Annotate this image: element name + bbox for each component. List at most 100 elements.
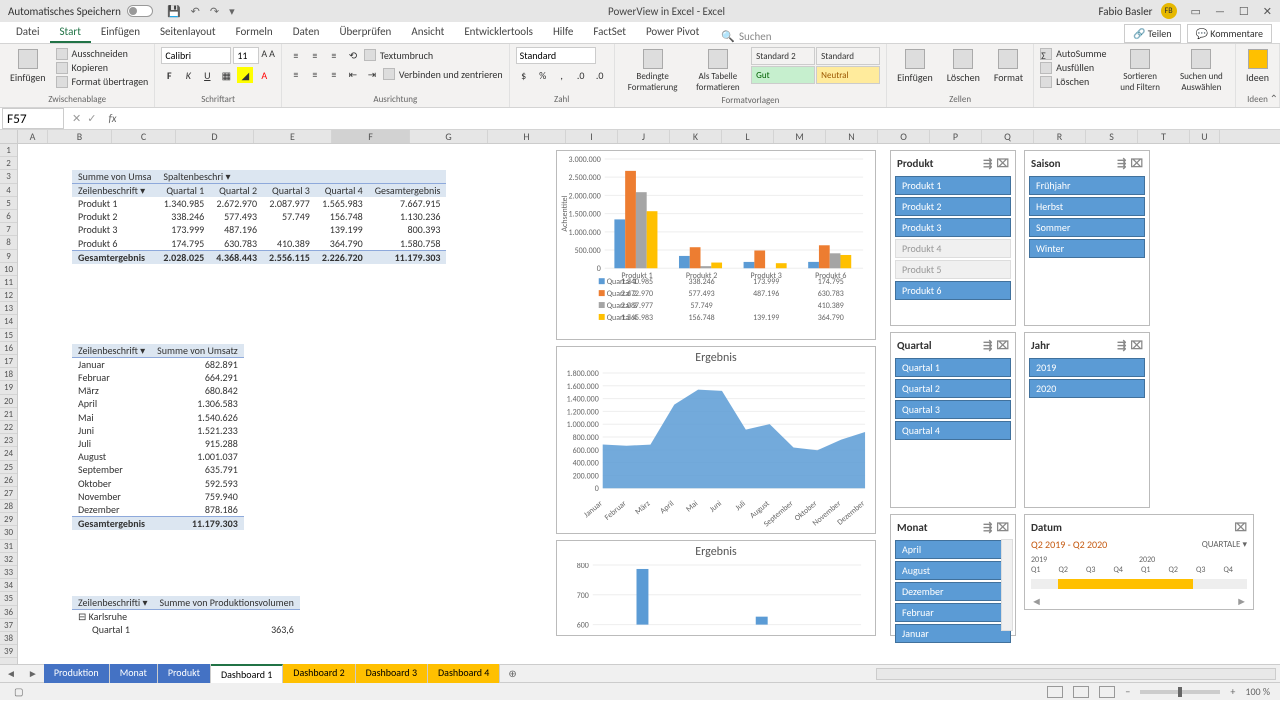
multiselect-icon[interactable]: ⇶ xyxy=(983,339,992,352)
slicer-item[interactable]: Produkt 4 xyxy=(895,239,1011,258)
fx-icon[interactable]: fx xyxy=(102,112,122,125)
slicer-item[interactable]: Frühjahr xyxy=(1029,176,1145,195)
minimize-icon[interactable]: — xyxy=(1215,5,1225,18)
clear-filter-icon[interactable]: ⌧ xyxy=(996,339,1009,352)
align-bottom-icon[interactable]: ≡ xyxy=(326,47,342,63)
slicer-item[interactable]: Produkt 2 xyxy=(895,197,1011,216)
maximize-icon[interactable]: ☐ xyxy=(1239,5,1249,18)
clear-filter-icon[interactable]: ⌧ xyxy=(996,521,1009,534)
record-macro-icon[interactable]: ▢ xyxy=(14,685,23,698)
zoom-out-icon[interactable]: − xyxy=(1125,685,1130,698)
slicer-item[interactable]: Produkt 6 xyxy=(895,281,1011,300)
multiselect-icon[interactable]: ⇶ xyxy=(1117,157,1126,170)
slicer-item[interactable]: Quartal 2 xyxy=(895,379,1011,398)
slicer-item[interactable]: 2019 xyxy=(1029,358,1145,377)
bold-button[interactable]: F xyxy=(161,67,177,83)
format-cells-button[interactable]: Format xyxy=(990,47,1027,86)
sheet-tab[interactable]: Produktion xyxy=(44,664,110,683)
border-button[interactable]: ▦ xyxy=(218,67,234,83)
font-color-button[interactable]: A xyxy=(256,67,272,83)
paste-button[interactable]: Einfügen xyxy=(6,47,50,86)
font-size-input[interactable] xyxy=(233,47,259,64)
fill-button[interactable]: Ausfüllen xyxy=(1040,61,1106,74)
font-name-input[interactable] xyxy=(161,47,231,64)
multiselect-icon[interactable]: ⇶ xyxy=(983,521,992,534)
zoom-level[interactable]: 100 % xyxy=(1245,685,1270,698)
slicer-item[interactable]: Quartal 4 xyxy=(895,421,1011,440)
format-as-table-button[interactable]: Als Tabelle formatieren xyxy=(691,47,746,95)
indent-dec-icon[interactable]: ⇤ xyxy=(345,66,361,82)
cell-style-std2[interactable]: Standard 2 xyxy=(751,47,815,65)
orientation-icon[interactable]: ⟲ xyxy=(345,47,361,63)
autosum-button[interactable]: ΣAutoSumme xyxy=(1040,47,1106,60)
cell-style-neutral[interactable]: Neutral xyxy=(816,66,880,84)
comma-icon[interactable]: , xyxy=(554,67,570,83)
slicer-produkt[interactable]: Produkt⇶⌧ Produkt 1Produkt 2Produkt 3Pro… xyxy=(890,150,1016,326)
autosave-toggle[interactable]: Automatisches Speichern xyxy=(8,5,153,18)
sheet-nav-next-icon[interactable]: ► xyxy=(22,667,44,680)
slicer-item[interactable]: Sommer xyxy=(1029,218,1145,237)
wrap-text-button[interactable]: Textumbruch xyxy=(364,47,433,63)
timeline-scroll-right-icon[interactable]: ► xyxy=(1236,595,1247,608)
comments-button[interactable]: 💬 Kommentare xyxy=(1187,24,1272,43)
slicer-scrollbar[interactable] xyxy=(1001,539,1013,631)
slicer-item[interactable]: Produkt 3 xyxy=(895,218,1011,237)
sheet-tab[interactable]: Produkt xyxy=(158,664,211,683)
align-middle-icon[interactable]: ≡ xyxy=(307,47,323,63)
decrease-font-icon[interactable]: A xyxy=(269,47,275,64)
row-headers[interactable]: 1234567891011121314151617181920212223242… xyxy=(0,130,18,664)
normal-view-icon[interactable] xyxy=(1047,686,1063,698)
toggle-switch-icon[interactable] xyxy=(127,5,153,17)
slicer-item[interactable]: Herbst xyxy=(1029,197,1145,216)
copy-button[interactable]: Kopieren xyxy=(56,61,149,74)
tab-factset[interactable]: FactSet xyxy=(583,21,636,43)
slicer-item[interactable]: August xyxy=(895,561,1011,580)
merge-button[interactable]: Verbinden und zentrieren xyxy=(383,66,503,82)
timeline-scroll-left-icon[interactable]: ◄ xyxy=(1031,595,1042,608)
sheet-tab[interactable]: Dashboard 4 xyxy=(428,664,500,683)
cell-style-std[interactable]: Standard xyxy=(816,47,880,65)
timeline-bar[interactable] xyxy=(1031,579,1247,589)
chart-bar-ergebnis2[interactable]: Ergebnis 600700800 xyxy=(556,540,876,636)
align-center-icon[interactable]: ≡ xyxy=(307,66,323,82)
ribbon-display-icon[interactable]: ▭ xyxy=(1191,5,1201,18)
slicer-item[interactable]: Produkt 1 xyxy=(895,176,1011,195)
name-box[interactable] xyxy=(2,108,64,129)
italic-button[interactable]: K xyxy=(180,67,196,83)
tab-formeln[interactable]: Formeln xyxy=(226,21,283,43)
tab-hilfe[interactable]: Hilfe xyxy=(543,21,583,43)
slicer-item[interactable]: Produkt 5 xyxy=(895,260,1011,279)
save-icon[interactable]: 💾 xyxy=(167,5,181,18)
enter-fx-icon[interactable]: ✓ xyxy=(87,112,96,125)
close-icon[interactable]: ✕ xyxy=(1263,5,1272,18)
percent-icon[interactable]: % xyxy=(535,67,551,83)
decrease-decimal-icon[interactable]: .0 xyxy=(592,67,608,83)
clear-filter-icon[interactable]: ⌧ xyxy=(1130,339,1143,352)
clear-filter-icon[interactable]: ⌧ xyxy=(1130,157,1143,170)
tab-einfügen[interactable]: Einfügen xyxy=(91,21,150,43)
align-left-icon[interactable]: ≡ xyxy=(288,66,304,82)
clear-button[interactable]: Löschen xyxy=(1040,75,1106,88)
sheet-nav-prev-icon[interactable]: ◄ xyxy=(0,667,22,680)
page-layout-view-icon[interactable] xyxy=(1073,686,1089,698)
sheet-tab[interactable]: Monat xyxy=(110,664,158,683)
slicer-item[interactable]: Quartal 1 xyxy=(895,358,1011,377)
slicer-item[interactable]: April xyxy=(895,540,1011,559)
horizontal-scrollbar[interactable] xyxy=(876,668,1276,680)
pivot-table-products[interactable]: Summe von UmsaSpaltenbeschri ▾ Zeilenbes… xyxy=(72,170,446,264)
clear-timeline-icon[interactable]: ⌧ xyxy=(1234,521,1247,534)
slicer-item[interactable]: Dezember xyxy=(895,582,1011,601)
currency-icon[interactable]: $ xyxy=(516,67,532,83)
pivot-table-months[interactable]: Zeilenbeschrift ▾Summe von Umsatz Januar… xyxy=(72,344,244,530)
collapse-ribbon-icon[interactable]: ⌃ xyxy=(1270,92,1278,105)
increase-font-icon[interactable]: A xyxy=(261,47,267,64)
find-select-button[interactable]: Suchen und Auswählen xyxy=(1174,47,1229,95)
sheet-tab[interactable]: Dashboard 1 xyxy=(211,664,283,683)
undo-icon[interactable]: ↶ xyxy=(191,5,200,18)
tab-daten[interactable]: Daten xyxy=(283,21,330,43)
timeline-datum[interactable]: Datum⌧ Q2 2019 - Q2 2020 QUARTALE ▾ 2019… xyxy=(1024,514,1254,610)
sort-filter-button[interactable]: Sortieren und Filtern xyxy=(1112,47,1167,95)
tab-seitenlayout[interactable]: Seitenlayout xyxy=(150,21,226,43)
share-button[interactable]: 🔗 Teilen xyxy=(1124,24,1181,43)
page-break-view-icon[interactable] xyxy=(1099,686,1115,698)
